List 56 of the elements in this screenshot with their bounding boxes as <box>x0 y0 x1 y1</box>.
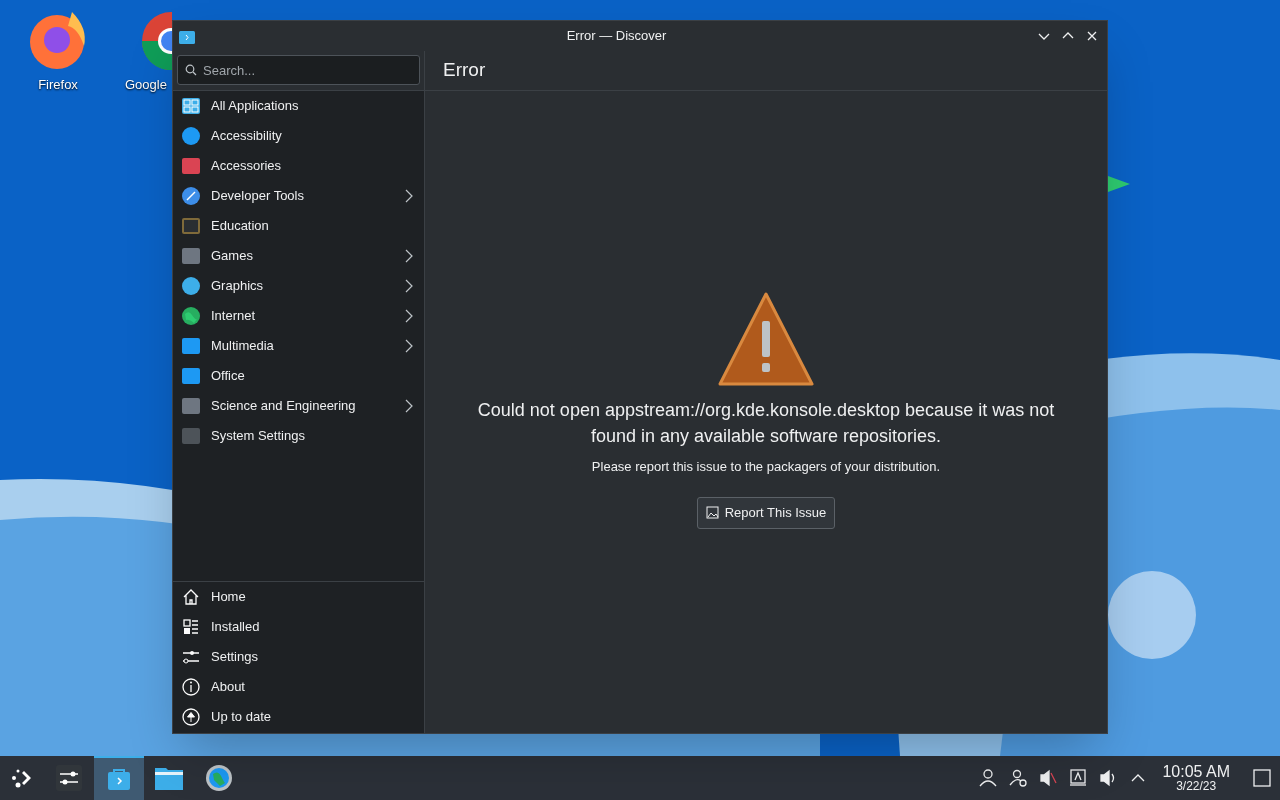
category-item[interactable]: Accessories <box>173 151 424 181</box>
globe-gear-icon <box>205 764 233 792</box>
category-item[interactable]: Accessibility <box>173 121 424 151</box>
image-icon <box>705 506 719 519</box>
error-message: Could not open appstream://org.kde.konsole.desktop because it was not found in any available software repositories. <box>476 399 1056 448</box>
user-icon[interactable] <box>978 768 999 788</box>
category-icon <box>181 246 201 266</box>
category-item[interactable]: Developer Tools <box>173 181 424 211</box>
category-item[interactable]: Science and Engineering <box>173 391 424 421</box>
warning-icon <box>717 291 815 387</box>
show-desktop-icon[interactable] <box>1252 768 1272 788</box>
window-title: Error — Discover <box>565 27 668 46</box>
category-icon <box>181 306 201 326</box>
home-icon <box>181 587 201 607</box>
category-item[interactable]: All Applications <box>173 91 424 121</box>
category-item[interactable]: Graphics <box>173 271 424 301</box>
nav-item[interactable]: About <box>173 672 424 702</box>
category-icon <box>181 156 201 176</box>
category-icon <box>181 276 201 296</box>
folder-icon <box>154 765 184 791</box>
category-item[interactable]: Office <box>173 361 424 391</box>
installed-icon <box>181 617 201 637</box>
mute-icon[interactable] <box>1038 768 1059 788</box>
category-item[interactable]: Multimedia <box>173 331 424 361</box>
close-icon[interactable] <box>1085 29 1099 43</box>
category-icon <box>181 186 201 206</box>
leaf-drawing <box>1108 176 1130 192</box>
category-icon <box>181 96 201 116</box>
update-icon <box>181 707 201 727</box>
nav-item[interactable]: Home <box>173 582 424 612</box>
report-button[interactable]: Report This Issue <box>696 496 836 529</box>
category-item[interactable]: Internet <box>173 301 424 331</box>
category-icon <box>181 396 201 416</box>
category-icon <box>181 336 201 356</box>
shopping-bag-icon <box>106 766 132 792</box>
category-item[interactable]: Games <box>173 241 424 271</box>
clock[interactable]: 10:05 AM 3/22/23 <box>1158 764 1234 792</box>
category-icon <box>181 366 201 386</box>
category-item[interactable]: Education <box>173 211 424 241</box>
category-icon <box>181 216 201 236</box>
sliders-icon <box>55 764 83 792</box>
search-icon <box>185 64 197 76</box>
nav-item[interactable]: Up to date <box>173 702 424 732</box>
nav-item[interactable]: Installed <box>173 612 424 642</box>
desktop-icon-label[interactable]: Firefox <box>38 75 78 95</box>
desktop-icon-label[interactable]: Google <box>125 75 167 95</box>
nav-item[interactable]: Settings <box>173 642 424 672</box>
category-item[interactable]: System Settings <box>173 421 424 451</box>
category-icon <box>181 426 201 446</box>
error-hint: Please report this issue to the packagers of your distribution. <box>591 458 941 476</box>
search-field[interactable]: Search... <box>177 55 420 85</box>
keyboard-layout-icon[interactable] <box>1068 768 1089 788</box>
about-icon <box>181 677 201 697</box>
user-status-icon[interactable] <box>1008 768 1029 788</box>
category-icon <box>181 126 201 146</box>
page-title: Error <box>443 58 486 83</box>
